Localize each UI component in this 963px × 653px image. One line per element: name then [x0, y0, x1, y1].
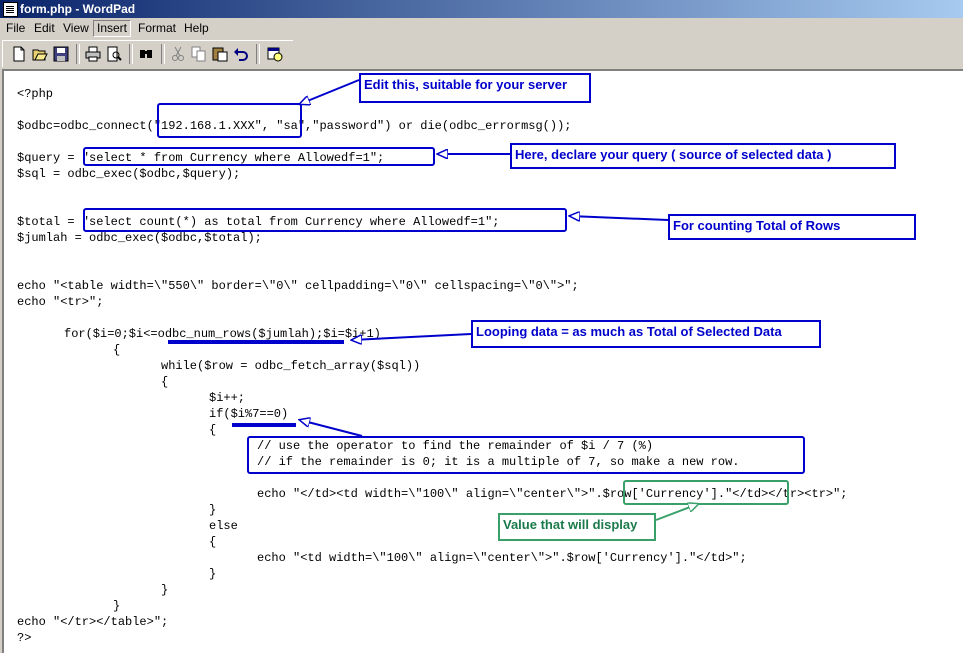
toolbar-separator [256, 44, 260, 64]
print-preview-icon [107, 46, 122, 62]
code-line: $i++; [209, 391, 246, 405]
menu-file[interactable]: File [3, 21, 28, 36]
count-highlight-box [83, 208, 567, 232]
menu-edit[interactable]: Edit [31, 21, 58, 36]
open-button[interactable] [30, 44, 51, 64]
undo-icon [234, 48, 248, 61]
value-callout: Value that will display [498, 513, 656, 541]
server-callout: Edit this, suitable for your server [359, 73, 591, 103]
cut-button[interactable] [168, 44, 189, 64]
query-callout: Here, declare your query ( source of sel… [510, 143, 896, 169]
code-line: else [209, 519, 238, 533]
save-button[interactable] [51, 44, 72, 64]
find-button[interactable] [136, 44, 157, 64]
title-bar: form.php - WordPad [0, 0, 963, 18]
code-line: } [161, 583, 169, 597]
cut-icon [172, 46, 184, 61]
code-line: echo "<tr>"; [17, 295, 104, 309]
code-line: <?php [17, 87, 54, 101]
print-icon [85, 46, 101, 62]
code-line: ?> [17, 631, 32, 645]
loop-callout: Looping data = as much as Total of Selec… [471, 320, 821, 348]
menu-insert[interactable]: Insert [93, 20, 132, 37]
code-line: echo "<table width=\"550\" border=\"0\" … [17, 279, 579, 293]
new-icon [13, 46, 25, 62]
code-line: } [209, 567, 217, 581]
comment-highlight-box [247, 436, 805, 474]
save-icon [53, 46, 69, 62]
copy-button[interactable] [189, 44, 210, 64]
toolbar-separator [76, 44, 80, 64]
print-button[interactable] [83, 44, 104, 64]
find-icon [140, 50, 152, 58]
copy-icon [191, 46, 206, 62]
undo-button[interactable] [231, 44, 252, 64]
code-line: { [113, 343, 121, 357]
print-preview-button[interactable] [104, 44, 125, 64]
menu-bar: File Edit View Insert Format Help [0, 18, 963, 38]
query-highlight-box [83, 147, 435, 166]
code-line: } [113, 599, 121, 613]
code-line: $jumlah = odbc_exec($odbc,$total); [17, 231, 262, 245]
new-button[interactable] [9, 44, 30, 64]
code-line: while($row = odbc_fetch_array($sql)) [161, 359, 421, 373]
code-line: echo "</tr></table>"; [17, 615, 169, 629]
paste-icon [212, 47, 228, 62]
toolbar-separator [161, 44, 165, 64]
code-line: if($i%7==0) [209, 407, 289, 421]
menu-help[interactable]: Help [181, 21, 212, 36]
open-icon [32, 49, 48, 61]
wordpad-app-icon[interactable] [3, 2, 18, 17]
menu-view[interactable]: View [60, 21, 92, 36]
code-line: { [161, 375, 169, 389]
server-highlight-box [157, 103, 302, 138]
value-highlight-box [623, 480, 789, 505]
code-line: echo "<td width=\"100\" align=\"center\"… [257, 551, 747, 565]
insert-datetime-button[interactable] [265, 44, 286, 64]
code-line: { [209, 535, 217, 549]
paste-button[interactable] [210, 44, 231, 64]
insert-datetime-icon [267, 47, 283, 62]
menu-format[interactable]: Format [135, 21, 179, 36]
code-line: { [209, 423, 217, 437]
code-line: for($i=0;$i<=odbc_num_rows($jumlah);$i=$… [64, 327, 381, 341]
toolbar [2, 40, 293, 67]
count-callout: For counting Total of Rows [668, 214, 916, 240]
window-title: form.php - WordPad [20, 2, 136, 16]
toolbar-separator [129, 44, 133, 64]
code-line: $sql = odbc_exec($odbc,$query); [17, 167, 241, 181]
code-line: } [209, 503, 217, 517]
